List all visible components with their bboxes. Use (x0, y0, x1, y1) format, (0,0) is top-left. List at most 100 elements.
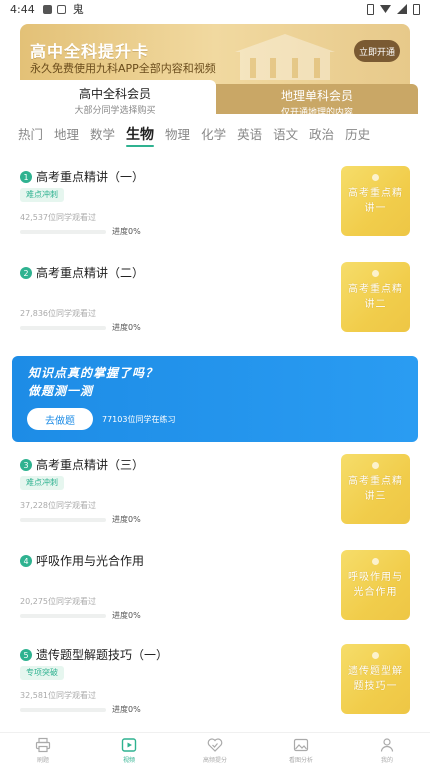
wifi-icon (380, 5, 391, 13)
subject-tab-english[interactable]: 英语 (237, 126, 262, 146)
picture-icon (293, 738, 309, 752)
thumbnail-text: 高考重点精讲三 (348, 476, 403, 502)
course-index: 4 (20, 555, 32, 567)
course-title: 遗传题型解题技巧（一） (36, 648, 169, 662)
system-icons (367, 3, 420, 15)
progress-label: 进度0% (112, 611, 141, 620)
course-index: 1 (20, 171, 32, 183)
nav-video[interactable]: 视频 (86, 733, 172, 766)
progress-bar (20, 614, 106, 618)
progress-bar (20, 518, 106, 522)
person-icon (380, 738, 394, 752)
nav-high-frequency[interactable]: 高频提分 (172, 733, 258, 766)
nav-picture-analysis[interactable]: 看图分析 (258, 733, 344, 766)
thumbnail-dot (372, 558, 379, 565)
app-notification-glyph: 鬼 (72, 3, 84, 16)
tab-title: 地理单科会员 (280, 89, 353, 103)
play-video-icon (121, 738, 137, 752)
thumbnail-dot (372, 462, 379, 469)
thumbnail-dot (372, 174, 379, 181)
progress-label: 进度0% (112, 705, 141, 714)
do-quiz-button[interactable]: 去做题 (27, 408, 93, 430)
tab-geography-member[interactable]: 地理单科会员 仅开通地理的内容 (216, 84, 418, 118)
thumbnail-dot (372, 652, 379, 659)
notification-icon (42, 4, 52, 14)
nav-label: 高频提分 (202, 757, 227, 764)
thumbnail-text: 遗传题型解题技巧一 (348, 666, 403, 692)
subject-tab-chemistry[interactable]: 化学 (201, 126, 226, 146)
progress-label: 进度0% (112, 227, 141, 236)
progress-bar (20, 708, 106, 712)
nav-label: 刷题 (36, 757, 49, 764)
course-title: 高考重点精讲（一） (36, 170, 145, 184)
quiz-subheadline: 做题测一测 (28, 384, 94, 398)
course-item[interactable]: 1 高考重点精讲（一） 难点冲刺 42,537位同学观看过 进度0% 高考重点精… (0, 166, 430, 256)
course-item[interactable]: 4 呼吸作用与光合作用 20,275位同学观看过 进度0% 呼吸作用与光合作用 (0, 550, 430, 640)
course-title: 高考重点精讲（三） (36, 458, 145, 472)
printer-icon (35, 737, 51, 753)
thumbnail-text: 高考重点精讲二 (348, 284, 403, 310)
subject-tab-chinese[interactable]: 语文 (273, 126, 298, 146)
course-index: 2 (20, 267, 32, 279)
heart-check-icon (207, 738, 223, 752)
progress-label: 进度0% (112, 323, 141, 332)
nav-practice[interactable]: 刷题 (0, 733, 86, 766)
status-bar: 4:44 鬼 (0, 0, 430, 18)
course-item[interactable]: 3 高考重点精讲（三） 难点冲刺 37,228位同学观看过 进度0% 高考重点精… (0, 454, 430, 544)
tab-subtitle: 大部分同学选择购买 (74, 106, 156, 116)
course-thumbnail[interactable]: 高考重点精讲二 (341, 262, 410, 332)
battery-icon (413, 3, 420, 15)
subject-tab-physics[interactable]: 物理 (165, 126, 190, 146)
course-item[interactable]: 5 遗传题型解题技巧（一） 专项突破 32,581位同学观看过 进度0% 遗传题… (0, 644, 430, 734)
open-membership-button[interactable]: 立即开通 (354, 40, 400, 62)
vibrate-icon (367, 3, 374, 15)
nav-label: 我的 (380, 757, 393, 764)
nav-label: 看图分析 (288, 757, 313, 764)
course-thumbnail[interactable]: 遗传题型解题技巧一 (341, 644, 410, 714)
course-views: 37,228位同学观看过 (20, 501, 96, 510)
nav-label: 视频 (122, 757, 135, 764)
subject-tab-math[interactable]: 数学 (90, 126, 115, 146)
tab-subtitle: 仅开通地理的内容 (280, 108, 353, 118)
course-title: 高考重点精讲（二） (36, 266, 145, 280)
course-tag: 难点冲刺 (20, 188, 64, 202)
thumbnail-dot (372, 270, 379, 277)
tab-title: 高中全科会员 (78, 87, 151, 101)
course-views: 27,836位同学观看过 (20, 309, 96, 318)
course-views: 20,275位同学观看过 (20, 597, 96, 606)
course-title: 呼吸作用与光合作用 (36, 554, 145, 568)
course-item[interactable]: 2 高考重点精讲（二） 27,836位同学观看过 进度0% 高考重点精讲二 (0, 262, 430, 352)
subject-tab-hot[interactable]: 热门 (18, 126, 43, 146)
banner-title: 高中全科提升卡 (30, 42, 150, 61)
course-tag: 难点冲刺 (20, 476, 64, 490)
bottom-navigation: 刷题 视频 高频提分 看图分析 我的 (0, 732, 430, 766)
subject-tab-politics[interactable]: 政治 (309, 126, 334, 146)
banner-subtitle: 永久免费使用九科APP全部内容和视频 (30, 62, 216, 75)
subject-tab-geography[interactable]: 地理 (54, 126, 79, 146)
quiz-headline: 知识点真的掌握了吗？ (28, 366, 159, 380)
thumbnail-text: 呼吸作用与光合作用 (348, 572, 403, 598)
subject-tab-biology[interactable]: 生物 (126, 126, 155, 147)
nav-profile[interactable]: 我的 (344, 733, 430, 766)
progress-bar (20, 326, 106, 330)
subject-tab-history[interactable]: 历史 (345, 126, 370, 146)
course-tag: 专项突破 (20, 666, 64, 680)
progress-bar (20, 230, 106, 234)
clock: 4:44 (10, 2, 35, 16)
thumbnail-text: 高考重点精讲一 (348, 188, 403, 214)
course-views: 42,537位同学观看过 (20, 213, 96, 222)
tab-all-subject-member[interactable]: 高中全科会员 大部分同学选择购买 (14, 80, 216, 116)
quiz-practice-count: 77103位同学在练习 (102, 415, 176, 424)
course-index: 3 (20, 459, 32, 471)
building-decoration-icon (235, 34, 335, 80)
course-views: 32,581位同学观看过 (20, 691, 96, 700)
course-thumbnail[interactable]: 高考重点精讲一 (341, 166, 410, 236)
course-thumbnail[interactable]: 呼吸作用与光合作用 (341, 550, 410, 620)
progress-label: 进度0% (112, 515, 141, 524)
notification-icon-2 (56, 4, 66, 14)
course-thumbnail[interactable]: 高考重点精讲三 (341, 454, 410, 524)
subject-tabs: 热门 地理 数学 生物 物理 化学 英语 语文 政治 历史 (18, 126, 381, 147)
course-index: 5 (20, 649, 32, 661)
quiz-banner[interactable]: 知识点真的掌握了吗？ 做题测一测 去做题 77103位同学在练习 (12, 356, 418, 442)
signal-icon (397, 4, 407, 14)
